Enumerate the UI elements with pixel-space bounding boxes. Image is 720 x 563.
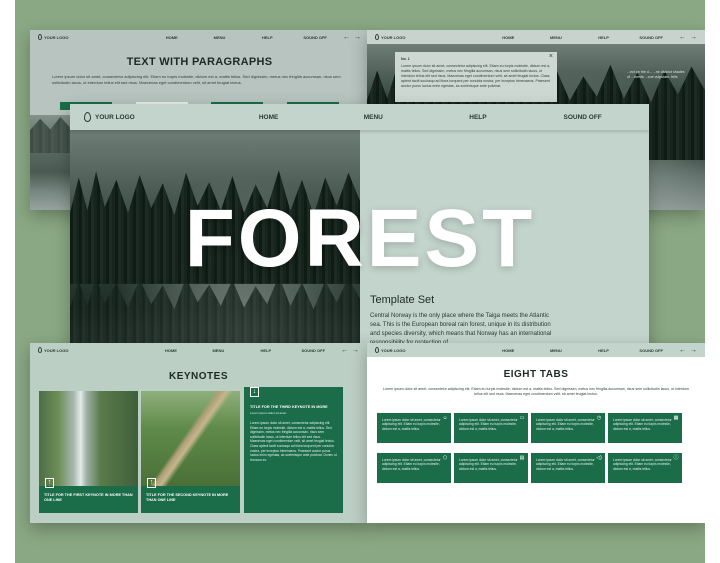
slide-title: EIGHT TABS bbox=[503, 369, 569, 380]
tab-6[interactable]: ▤ Lorem ipsum dolor sit amet, consectetur… bbox=[454, 453, 528, 483]
slide-nav: YOUR LOGO HOME MENU HELP SOUND OFF ← → bbox=[30, 343, 367, 357]
waterfall-image bbox=[39, 391, 138, 486]
keynote-caption: TITLE FOR THE FIRST KEYNOTE IN MORE THAN… bbox=[44, 493, 133, 502]
leaf-icon bbox=[375, 347, 379, 353]
tab-5[interactable]: ⬡ Lorem ipsum dolor sit amet, consectetur… bbox=[377, 453, 451, 483]
nav-sound[interactable]: SOUND OFF bbox=[627, 35, 675, 40]
speaker-icon: ◁) bbox=[596, 455, 602, 461]
next-arrow-icon[interactable]: → bbox=[354, 34, 361, 41]
logo[interactable]: YOUR LOGO bbox=[375, 347, 484, 353]
slide-keynotes: YOUR LOGO HOME MENU HELP SOUND OFF ← → KE… bbox=[30, 343, 367, 523]
nav-help[interactable]: HELP bbox=[426, 114, 531, 121]
arrow-up-icon[interactable]: ↑ bbox=[45, 478, 54, 488]
nav-help[interactable]: HELP bbox=[243, 35, 291, 40]
nav-help[interactable]: HELP bbox=[580, 348, 628, 353]
nav-help[interactable]: HELP bbox=[242, 348, 289, 353]
main-nav: YOUR LOGO HOME MENU HELP SOUND OFF bbox=[70, 104, 649, 130]
nav-home[interactable]: HOME bbox=[484, 35, 532, 40]
logo[interactable]: YOUR LOGO bbox=[84, 112, 216, 122]
nav-menu[interactable]: MENU bbox=[321, 114, 426, 121]
template-subtitle: Template Set bbox=[370, 294, 435, 306]
slide-paragraph: Lorem ipsum dolor sit amet, consectetur … bbox=[52, 74, 341, 85]
logo[interactable]: YOUR LOGO bbox=[38, 34, 148, 40]
leaf-icon bbox=[84, 112, 91, 122]
tab-text: Lorem ipsum dolor sit amet, consectetur … bbox=[382, 418, 441, 431]
slide-nav: YOUR LOGO HOME MENU HELP SOUND OFF ← → bbox=[30, 30, 369, 44]
logo-text: YOUR LOGO bbox=[95, 113, 135, 121]
nav-menu[interactable]: MENU bbox=[532, 348, 580, 353]
keynote-caption: TITLE FOR THE SECOND KEYNOTE IN MORE THA… bbox=[146, 493, 229, 502]
tab-4[interactable]: ▦ Lorem ipsum dolor sit amet, consectetur… bbox=[608, 413, 682, 443]
keynote-card-2[interactable]: ↑ TITLE FOR THE SECOND KEYNOTE IN MORE T… bbox=[141, 391, 240, 513]
clock-icon: ◷ bbox=[596, 415, 602, 421]
logo-text: YOUR LOGO bbox=[381, 34, 406, 40]
prev-arrow-icon[interactable]: ← bbox=[679, 34, 686, 41]
keynote-text: Lorem ipsum dolor sit amet, consectetur … bbox=[250, 421, 337, 462]
slide-paragraph: Lorem ipsum dolor sit amet, consectetur … bbox=[382, 387, 690, 396]
next-arrow-icon[interactable]: → bbox=[352, 347, 359, 354]
nav-help[interactable]: HELP bbox=[580, 35, 628, 40]
slide-title: TEXT WITH PARAGRAPHS bbox=[126, 56, 273, 68]
tab-8[interactable]: ⓘ Lorem ipsum dolor sit amet, consectetur… bbox=[608, 453, 682, 483]
settings-icon: ⬡ bbox=[442, 455, 448, 461]
nav-menu[interactable]: MENU bbox=[532, 35, 580, 40]
popup-title: No. 1 bbox=[401, 57, 410, 61]
logo-text: YOUR LOGO bbox=[381, 347, 406, 353]
slide-nav: YOUR LOGO HOME MENU HELP SOUND OFF ← → bbox=[367, 343, 705, 357]
tab-text: Lorem ipsum dolor sit amet, consectetur … bbox=[536, 458, 595, 471]
prev-arrow-icon[interactable]: ← bbox=[341, 347, 348, 354]
slide-nav: YOUR LOGO HOME MENU HELP SOUND OFF ← → bbox=[367, 30, 705, 44]
nav-sound[interactable]: SOUND OFF bbox=[290, 348, 337, 353]
leaf-icon bbox=[38, 347, 42, 353]
tab-7[interactable]: ◁) Lorem ipsum dolor sit amet, consectetu… bbox=[531, 453, 605, 483]
calendar-icon: ▤ bbox=[519, 455, 525, 461]
tab-text: Lorem ipsum dolor sit amet, consectetur … bbox=[459, 458, 518, 471]
tab-1[interactable]: ☺ Lorem ipsum dolor sit amet, consectetur… bbox=[377, 413, 451, 443]
logo[interactable]: YOUR LOGO bbox=[38, 347, 147, 353]
arrow-up-icon[interactable]: ↑ bbox=[147, 478, 156, 488]
smiley-icon: ☺ bbox=[442, 415, 448, 421]
close-icon[interactable]: × bbox=[549, 53, 553, 60]
slide-eight-tabs: YOUR LOGO HOME MENU HELP SOUND OFF ← → EI… bbox=[367, 343, 705, 523]
logo-text: YOUR LOGO bbox=[44, 347, 69, 353]
nav-sound[interactable]: SOUND OFF bbox=[291, 35, 339, 40]
nav-home[interactable]: HOME bbox=[147, 348, 194, 353]
arrow-down-icon[interactable]: ↓ bbox=[250, 387, 259, 397]
nav-home[interactable]: HOME bbox=[148, 35, 196, 40]
mountain-path-image bbox=[141, 391, 240, 486]
keynote-card-1[interactable]: ↑ TITLE FOR THE FIRST KEYNOTE IN MORE TH… bbox=[39, 391, 138, 513]
keynote-subtitle: Lorem ipsum dolor sit amet bbox=[250, 411, 287, 415]
slide-title: KEYNOTES bbox=[168, 371, 228, 382]
nav-menu[interactable]: MENU bbox=[195, 348, 242, 353]
nav-menu[interactable]: MENU bbox=[196, 35, 244, 40]
info-popup: × No. 1 Lorem ipsum dolor sit amet, cons… bbox=[395, 52, 557, 102]
monitor-icon: ▭ bbox=[519, 415, 525, 421]
tab-text: Lorem ipsum dolor sit amet, consectetur … bbox=[613, 418, 672, 431]
logo-text: YOUR LOGO bbox=[44, 34, 69, 40]
tab-text: Lorem ipsum dolor sit amet, consectetur … bbox=[459, 418, 518, 431]
tab-text: Lorem ipsum dolor sit amet, consectetur … bbox=[382, 458, 441, 471]
leaf-icon bbox=[375, 34, 379, 40]
hero-title: FOREST bbox=[184, 193, 536, 284]
prev-arrow-icon[interactable]: ← bbox=[343, 34, 350, 41]
side-text: ...ect on the d... ...ne distinct shades… bbox=[627, 70, 685, 79]
nav-home[interactable]: HOME bbox=[216, 114, 321, 121]
next-arrow-icon[interactable]: → bbox=[690, 347, 697, 354]
nav-sound[interactable]: SOUND OFF bbox=[627, 348, 675, 353]
tab-text: Lorem ipsum dolor sit amet, consectetur … bbox=[536, 418, 595, 431]
keynote-title: TITLE FOR THE THIRD KEYNOTE IN MORE bbox=[250, 405, 328, 409]
nav-home[interactable]: HOME bbox=[484, 348, 532, 353]
keynote-card-3[interactable]: ↓ TITLE FOR THE THIRD KEYNOTE IN MORE Lo… bbox=[244, 387, 343, 513]
tab-2[interactable]: ▭ Lorem ipsum dolor sit amet, consectetur… bbox=[454, 413, 528, 443]
tab-3[interactable]: ◷ Lorem ipsum dolor sit amet, consectetur… bbox=[531, 413, 605, 443]
calendar-icon: ▦ bbox=[673, 415, 679, 421]
tab-text: Lorem ipsum dolor sit amet, consectetur … bbox=[613, 458, 672, 471]
logo[interactable]: YOUR LOGO bbox=[375, 34, 484, 40]
info-icon: ⓘ bbox=[673, 455, 679, 461]
leaf-icon bbox=[38, 34, 42, 40]
prev-arrow-icon[interactable]: ← bbox=[679, 347, 686, 354]
nav-sound[interactable]: SOUND OFF bbox=[530, 114, 635, 121]
popup-text: Lorem ipsum dolor sit amet, consectetur … bbox=[401, 64, 551, 88]
next-arrow-icon[interactable]: → bbox=[690, 34, 697, 41]
